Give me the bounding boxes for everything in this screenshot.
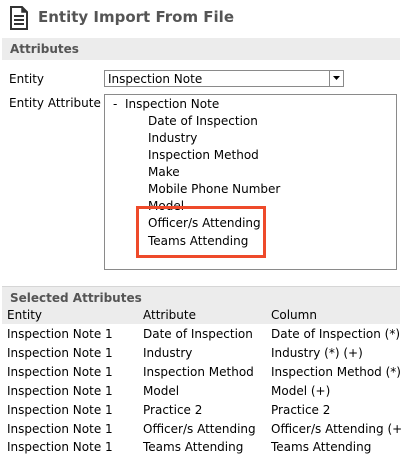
entity-select[interactable]: Inspection Note [104, 70, 344, 87]
cell-attribute: Model [143, 384, 180, 398]
table-header: Entity Attribute Column [2, 306, 400, 324]
cell-column: Date of Inspection (*) [271, 327, 401, 341]
tree-root-label: Inspection Note [125, 97, 220, 111]
table-row[interactable]: Inspection Note 1 Industry Industry (*) … [0, 344, 402, 363]
tree-item[interactable]: Mobile Phone Number [148, 182, 280, 196]
tree-item[interactable]: Industry [148, 131, 197, 145]
cell-column: Model (+) [271, 384, 331, 398]
tree-item[interactable]: Make [148, 165, 180, 179]
dropdown-arrow-button[interactable] [329, 71, 343, 86]
cell-attribute: Industry [143, 346, 193, 360]
attributes-heading-text: Attributes [10, 42, 79, 56]
collapse-toggle[interactable]: - [113, 97, 125, 111]
chevron-down-icon [333, 76, 340, 80]
cell-attribute: Inspection Method [143, 365, 254, 379]
tree-item[interactable]: Inspection Method [148, 148, 259, 162]
column-header-column[interactable]: Column [271, 308, 317, 322]
table-row[interactable]: Inspection Note 1 Practice 2 Practice 2 [0, 401, 402, 420]
cell-column: Practice 2 [271, 403, 331, 417]
cell-entity: Inspection Note 1 [7, 422, 113, 436]
cell-column: Industry (*) (+) [271, 346, 363, 360]
table-row[interactable]: Inspection Note 1 Model Model (+) [0, 382, 402, 401]
cell-entity: Inspection Note 1 [7, 440, 113, 454]
title-bar: Entity Import From File [0, 0, 402, 36]
page-title: Entity Import From File [38, 8, 234, 26]
entity-attribute-label: Entity Attribute [9, 96, 101, 110]
cell-entity: Inspection Note 1 [7, 403, 113, 417]
attributes-section-heading: Attributes [2, 38, 400, 60]
table-row[interactable]: Inspection Note 1 Date of Inspection Dat… [0, 325, 402, 344]
cell-attribute: Practice 2 [143, 403, 203, 417]
cell-attribute: Teams Attending [143, 440, 244, 454]
column-header-entity[interactable]: Entity [7, 308, 42, 322]
cell-entity: Inspection Note 1 [7, 346, 113, 360]
cell-column: Teams Attending [271, 440, 372, 454]
tree-root-node[interactable]: - Inspection Note [113, 97, 219, 111]
cell-attribute: Officer/s Attending [143, 422, 256, 436]
table-row[interactable]: Inspection Note 1 Officer/s Attending Of… [0, 420, 402, 439]
highlight-box [136, 206, 266, 258]
table-row[interactable]: Inspection Note 1 Inspection Method Insp… [0, 363, 402, 382]
cell-entity: Inspection Note 1 [7, 365, 113, 379]
document-lines-icon [10, 6, 28, 30]
table-row[interactable]: Inspection Note 1 Teams Attending Teams … [0, 438, 402, 457]
selected-attributes-heading-text: Selected Attributes [10, 291, 142, 305]
cell-entity: Inspection Note 1 [7, 327, 113, 341]
column-header-attribute[interactable]: Attribute [143, 308, 196, 322]
cell-column: Inspection Method (*) [271, 365, 401, 379]
cell-attribute: Date of Inspection [143, 327, 253, 341]
entity-label: Entity [9, 72, 45, 86]
cell-entity: Inspection Note 1 [7, 384, 113, 398]
cell-column: Officer/s Attending (+) [271, 422, 402, 436]
entity-select-value: Inspection Note [108, 72, 203, 86]
tree-item[interactable]: Date of Inspection [148, 114, 258, 128]
